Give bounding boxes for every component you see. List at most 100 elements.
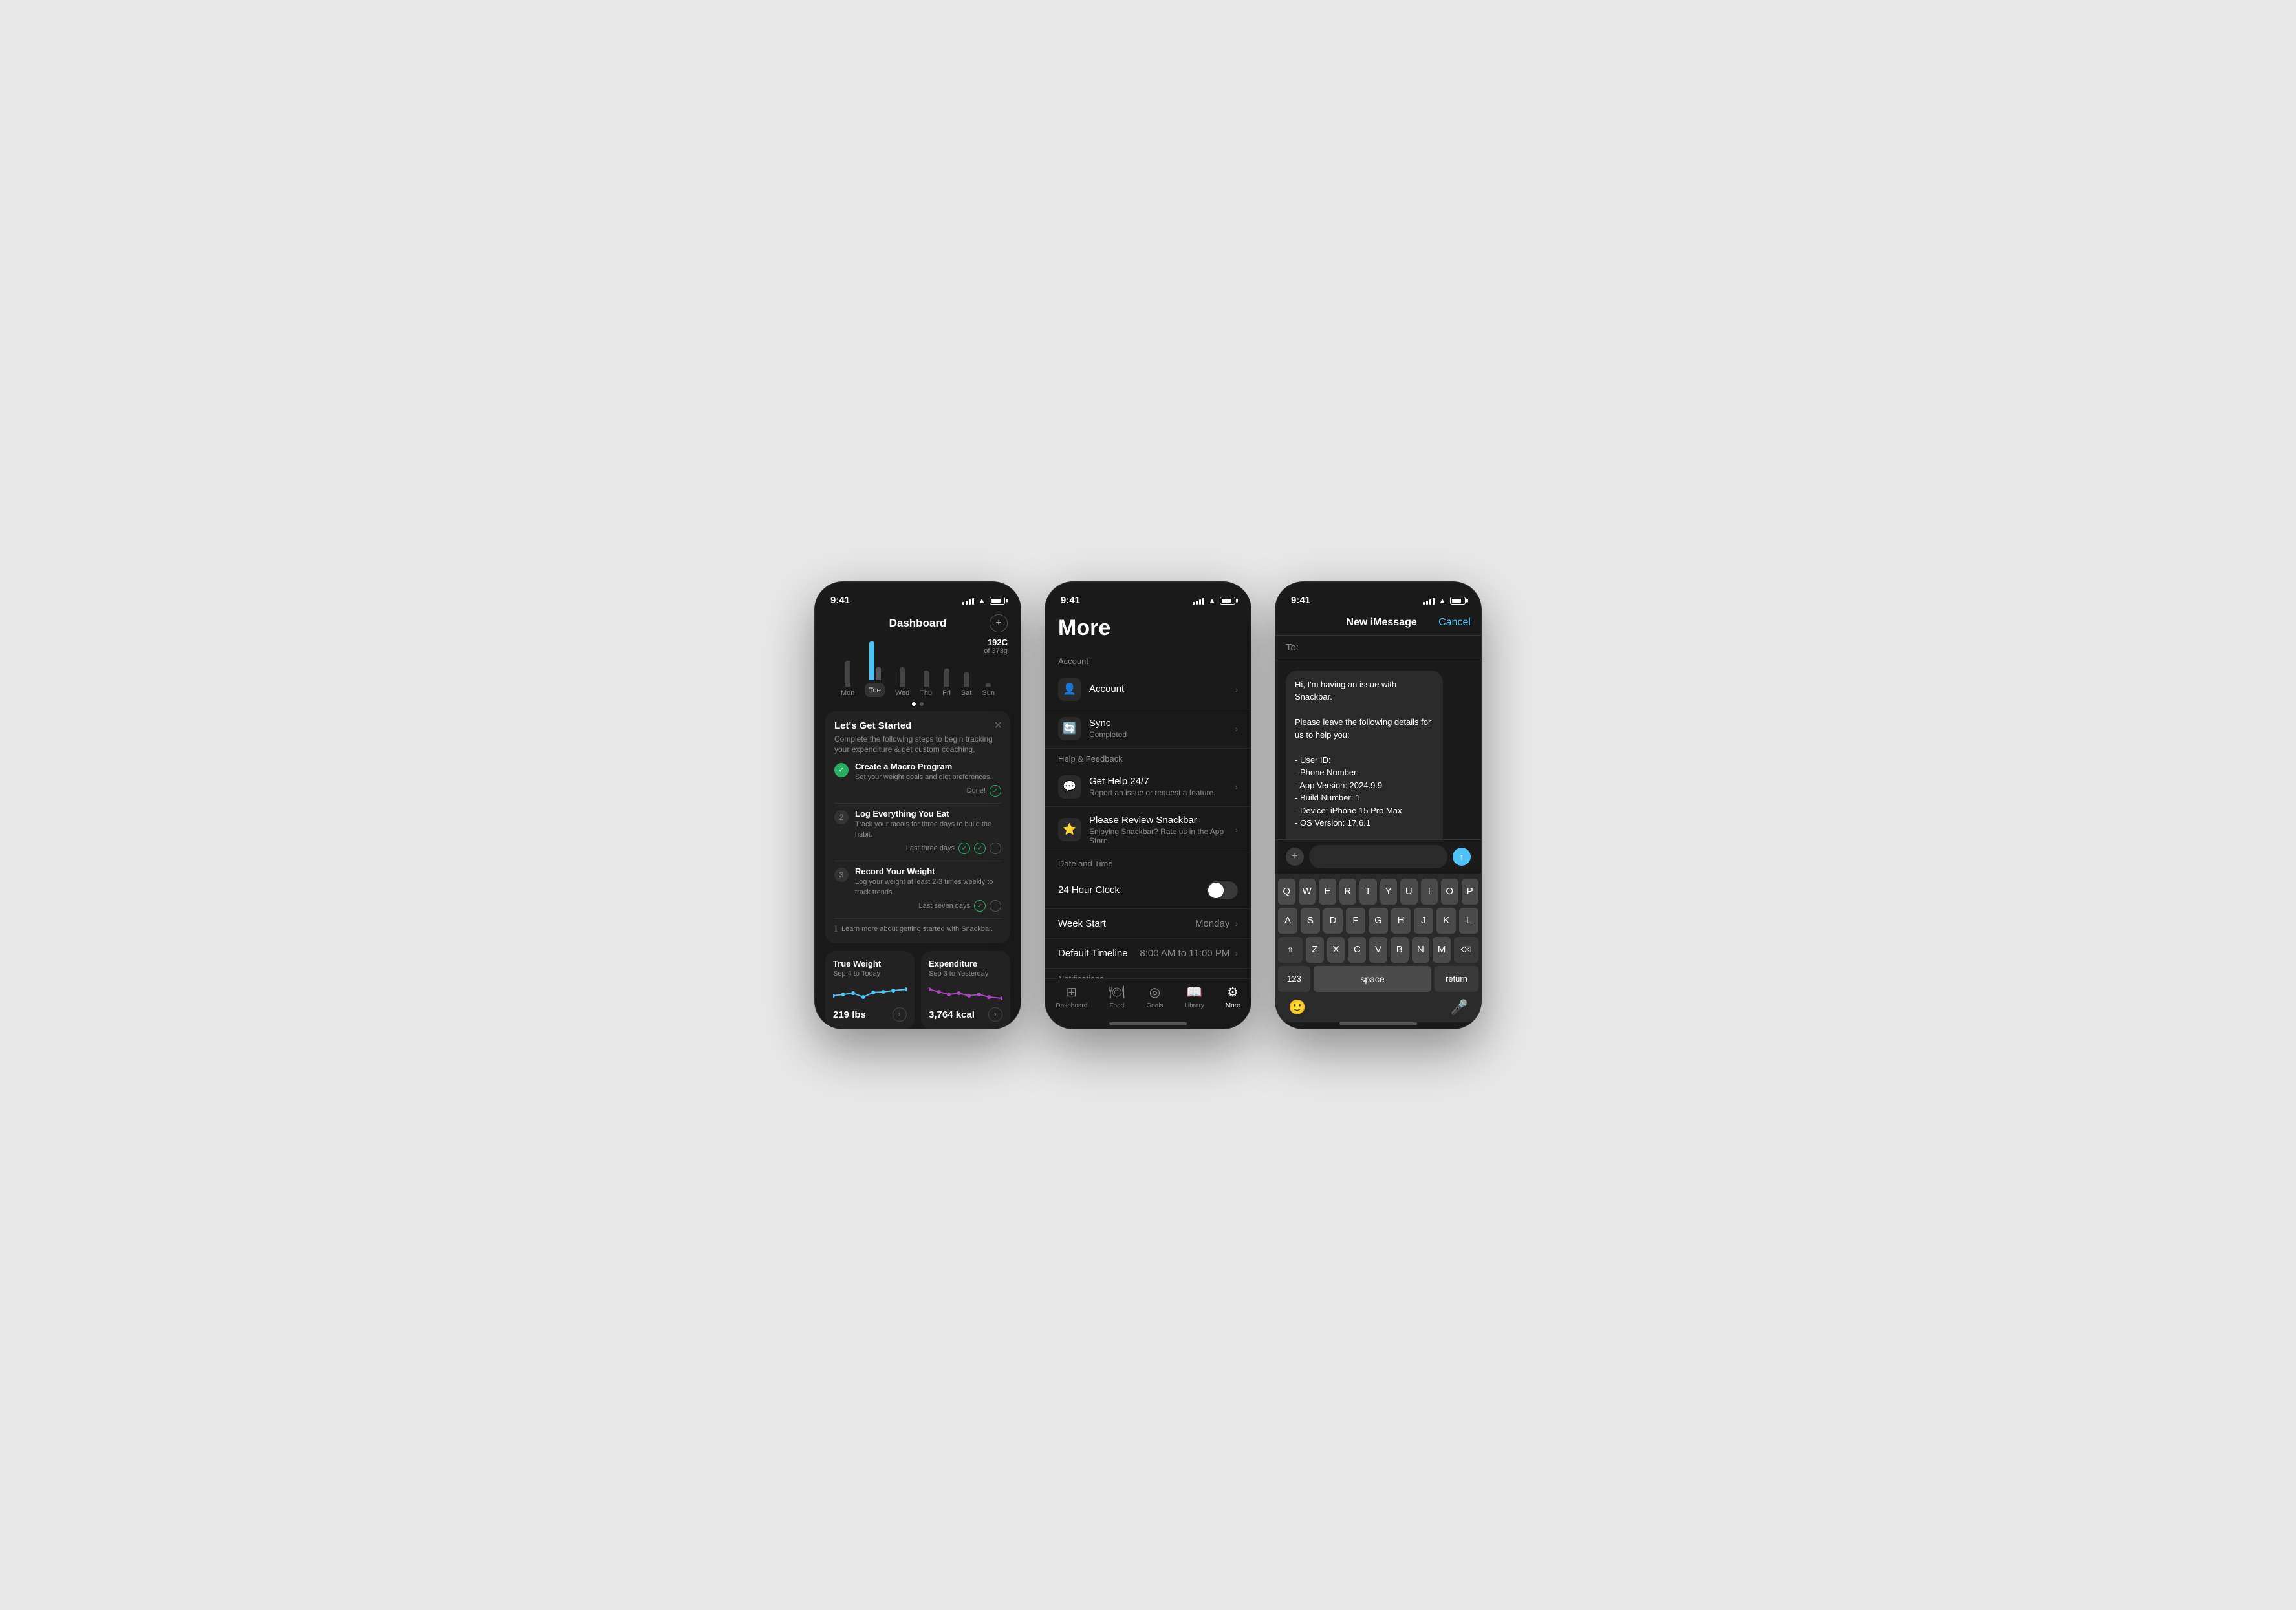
key-a[interactable]: A bbox=[1278, 908, 1297, 934]
key-e[interactable]: E bbox=[1319, 879, 1336, 905]
expenditure-card[interactable]: Expenditure Sep 3 to Yesterday bbox=[921, 951, 1010, 1028]
getting-started-title: Let's Get Started bbox=[834, 720, 1001, 731]
shift-key[interactable]: ⇧ bbox=[1278, 937, 1303, 963]
key-v[interactable]: V bbox=[1369, 937, 1387, 963]
step-1-icon: ✓ bbox=[834, 763, 849, 777]
phone-more: 9:41 ▲ More Account 👤 bbox=[1045, 581, 1251, 1029]
menu-get-help[interactable]: 💬 Get Help 24/7 Report an issue or reque… bbox=[1045, 767, 1251, 807]
tab-food-2[interactable]: 🍽 Food bbox=[1109, 984, 1125, 1009]
menu-sync[interactable]: 🔄 Sync Completed › bbox=[1045, 709, 1251, 749]
true-weight-arrow[interactable]: › bbox=[893, 1007, 907, 1022]
imessage-title: New iMessage bbox=[1346, 617, 1416, 628]
row-default-timeline[interactable]: Default Timeline 8:00 AM to 11:00 PM › bbox=[1045, 939, 1251, 969]
review-icon-box: ⭐ bbox=[1058, 818, 1081, 841]
to-field[interactable]: To: bbox=[1275, 636, 1481, 660]
true-weight-value: 219 lbs bbox=[833, 1009, 866, 1020]
tab-dashboard-2[interactable]: ⊞ Dashboard bbox=[1056, 984, 1087, 1009]
emoji-button[interactable]: 🙂 bbox=[1288, 999, 1306, 1016]
calories-value: 192C bbox=[984, 638, 1008, 647]
key-u[interactable]: U bbox=[1400, 879, 1418, 905]
menu-sync-subtitle: Completed bbox=[1089, 730, 1235, 739]
day-thu[interactable]: Thu bbox=[920, 643, 932, 697]
day-mon[interactable]: Mon bbox=[841, 643, 854, 697]
learn-more-link[interactable]: ℹ Learn more about getting started with … bbox=[834, 924, 1001, 934]
key-r[interactable]: R bbox=[1339, 879, 1357, 905]
day-sat[interactable]: Sat bbox=[961, 643, 972, 697]
compose-area: + ↑ bbox=[1275, 839, 1481, 874]
tab-dashboard-label-2: Dashboard bbox=[1056, 1002, 1087, 1009]
key-s[interactable]: S bbox=[1301, 908, 1320, 934]
expenditure-date: Sep 3 to Yesterday bbox=[929, 970, 1002, 978]
step-2-check-1: ✓ bbox=[958, 843, 970, 854]
tab-more-2[interactable]: ⚙ More bbox=[1226, 984, 1240, 1009]
step-3-footer-text: Last seven days bbox=[919, 902, 971, 910]
step-1-desc: Set your weight goals and diet preferenc… bbox=[855, 773, 1001, 782]
day-label-wed: Wed bbox=[895, 689, 909, 697]
home-indicator-2 bbox=[1109, 1022, 1187, 1025]
page-dots bbox=[815, 700, 1021, 711]
compose-add-button[interactable]: + bbox=[1286, 848, 1304, 866]
key-f[interactable]: F bbox=[1346, 908, 1365, 934]
sync-icon: 🔄 bbox=[1063, 722, 1076, 735]
true-weight-card[interactable]: True Weight Sep 4 to Today bbox=[825, 951, 915, 1028]
tab-more-icon-2: ⚙ bbox=[1227, 984, 1239, 1000]
num-key[interactable]: 123 bbox=[1278, 966, 1310, 992]
compose-input[interactable] bbox=[1309, 845, 1447, 868]
key-g[interactable]: G bbox=[1369, 908, 1388, 934]
key-j[interactable]: J bbox=[1414, 908, 1433, 934]
key-q[interactable]: Q bbox=[1278, 879, 1295, 905]
return-key[interactable]: return bbox=[1435, 966, 1478, 992]
tab-library-2[interactable]: 📖 Library bbox=[1184, 984, 1204, 1009]
key-b[interactable]: B bbox=[1391, 937, 1409, 963]
row-24hour[interactable]: 24 Hour Clock bbox=[1045, 872, 1251, 909]
key-z[interactable]: Z bbox=[1306, 937, 1324, 963]
wifi-icon-3: ▲ bbox=[1438, 596, 1446, 605]
key-m[interactable]: M bbox=[1433, 937, 1451, 963]
key-t[interactable]: T bbox=[1359, 879, 1377, 905]
review-chevron: › bbox=[1235, 824, 1238, 835]
chevron-week-start: › bbox=[1235, 918, 1238, 928]
row-week-start[interactable]: Week Start Monday › bbox=[1045, 909, 1251, 939]
phones-container: 9:41 ▲ Dashboard + bbox=[775, 542, 1521, 1068]
key-i[interactable]: I bbox=[1421, 879, 1438, 905]
send-button[interactable]: ↑ bbox=[1453, 848, 1471, 866]
close-card-button[interactable]: ✕ bbox=[994, 719, 1002, 732]
message-area[interactable]: Hi, I'm having an issue with Snackbar. P… bbox=[1275, 660, 1481, 839]
tab-food-icon-2: 🍽 bbox=[1109, 984, 1125, 1000]
account-icon: 👤 bbox=[1063, 683, 1076, 696]
menu-account[interactable]: 👤 Account › bbox=[1045, 670, 1251, 709]
delete-key[interactable]: ⌫ bbox=[1454, 937, 1478, 963]
learn-more-text: Learn more about getting started with Sn… bbox=[841, 925, 993, 933]
key-c[interactable]: C bbox=[1348, 937, 1366, 963]
day-wed[interactable]: Wed bbox=[895, 643, 909, 697]
expenditure-value: 3,764 kcal bbox=[929, 1009, 975, 1020]
add-button[interactable]: + bbox=[990, 614, 1008, 632]
key-h[interactable]: H bbox=[1391, 908, 1411, 934]
key-k[interactable]: K bbox=[1436, 908, 1456, 934]
menu-review-subtitle: Enjoying Snackbar? Rate us in the App St… bbox=[1089, 827, 1235, 845]
space-key[interactable]: space bbox=[1314, 966, 1431, 992]
message-bubble: Hi, I'm having an issue with Snackbar. P… bbox=[1286, 671, 1443, 839]
key-w[interactable]: W bbox=[1299, 879, 1316, 905]
key-l[interactable]: L bbox=[1459, 908, 1478, 934]
account-icon-box: 👤 bbox=[1058, 678, 1081, 701]
toggle-24hour[interactable] bbox=[1207, 881, 1238, 899]
calories-display: 192C of 373g bbox=[984, 638, 1008, 655]
day-tue[interactable]: Tue bbox=[865, 636, 885, 697]
day-label-thu: Thu bbox=[920, 689, 932, 697]
key-x[interactable]: X bbox=[1327, 937, 1345, 963]
step-3: 3 Record Your Weight Log your weight at … bbox=[834, 866, 1001, 912]
key-d[interactable]: D bbox=[1323, 908, 1343, 934]
expenditure-arrow[interactable]: › bbox=[988, 1007, 1002, 1022]
key-y[interactable]: Y bbox=[1380, 879, 1398, 905]
status-icons-3: ▲ bbox=[1423, 596, 1466, 605]
tab-goals-2[interactable]: ◎ Goals bbox=[1146, 984, 1163, 1009]
cancel-button[interactable]: Cancel bbox=[1438, 617, 1471, 628]
step-3-icon: 3 bbox=[834, 868, 849, 882]
key-p[interactable]: P bbox=[1462, 879, 1479, 905]
key-o[interactable]: O bbox=[1441, 879, 1458, 905]
menu-review[interactable]: ⭐ Please Review Snackbar Enjoying Snackb… bbox=[1045, 807, 1251, 853]
day-fri[interactable]: Fri bbox=[942, 643, 951, 697]
key-n[interactable]: N bbox=[1412, 937, 1430, 963]
mic-button[interactable]: 🎤 bbox=[1451, 999, 1468, 1016]
